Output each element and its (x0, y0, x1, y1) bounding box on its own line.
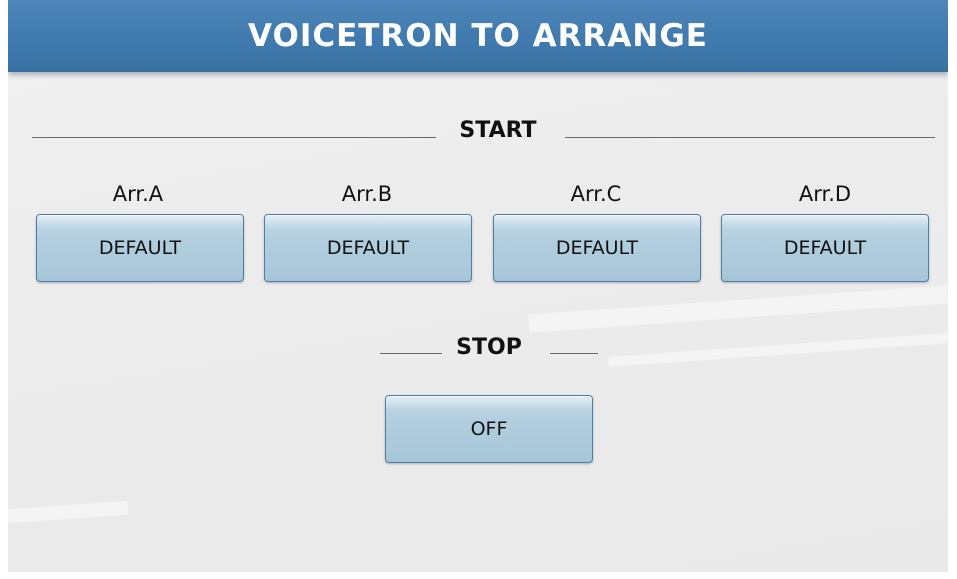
arr-c-label: Arr.C (570, 182, 622, 206)
arr-b-button[interactable]: DEFAULT (264, 214, 472, 282)
arr-a-value: DEFAULT (98, 237, 182, 259)
background-streak (8, 500, 129, 524)
stop-divider-right (550, 353, 598, 354)
arr-b-label: Arr.B (341, 182, 393, 206)
arr-d-button[interactable]: DEFAULT (721, 214, 929, 282)
arr-c-button[interactable]: DEFAULT (493, 214, 701, 282)
arr-b-value: DEFAULT (326, 237, 410, 259)
arr-c-value: DEFAULT (555, 237, 639, 259)
stop-heading: STOP (456, 335, 522, 360)
background-streak (608, 333, 948, 367)
stop-button[interactable]: OFF (385, 395, 593, 463)
arr-d-label: Arr.D (798, 182, 852, 206)
arr-a-button[interactable]: DEFAULT (36, 214, 244, 282)
background-streak (527, 285, 948, 333)
arr-d-value: DEFAULT (783, 237, 867, 259)
title-bar: VOICETRON TO ARRANGE (8, 0, 948, 72)
arr-a-label: Arr.A (112, 182, 164, 206)
page-title: VOICETRON TO ARRANGE (248, 18, 708, 54)
stop-divider-left (380, 353, 442, 354)
voicetron-panel: VOICETRON TO ARRANGE START Arr.A Arr.B A… (8, 0, 948, 572)
start-divider-right (565, 137, 935, 138)
start-heading: START (459, 118, 537, 143)
stop-value: OFF (470, 418, 508, 440)
start-divider-left (32, 137, 436, 138)
